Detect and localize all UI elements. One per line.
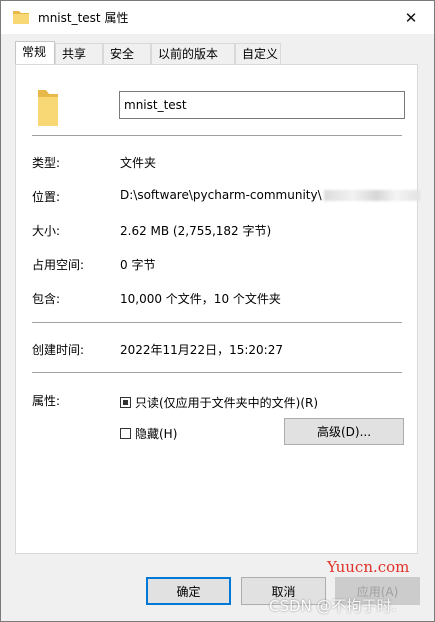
readonly-checkbox-row[interactable]: 只读(仅应用于文件夹中的文件)(R) [120,394,318,411]
tab-customize[interactable]: 自定义 [235,43,281,64]
separator [32,135,402,136]
location-row: D:\software\pycharm-community\ [120,188,420,202]
separator [32,322,402,323]
size-on-disk-value: 0 字节 [120,258,156,272]
properties-dialog: mnist_test 属性 ✕ 常规 共享 安全 以前的版本 自定义 类型: 文… [0,0,435,622]
created-label: 创建时间: [32,343,85,357]
general-tab-panel: 类型: 文件夹 位置: D:\software\pycharm-communit… [15,64,420,554]
type-label: 类型: [32,156,61,170]
hidden-checkbox-row[interactable]: 隐藏(H) [120,425,177,442]
contains-value: 10,000 个文件，10 个文件夹 [120,292,281,306]
readonly-label: 只读(仅应用于文件夹中的文件)(R) [135,396,319,410]
ok-button[interactable]: 确定 [146,577,231,605]
folder-large-icon [38,90,58,126]
tab-previous-versions[interactable]: 以前的版本 [151,43,235,64]
size-on-disk-label: 占用空间: [32,258,85,272]
tab-security[interactable]: 安全 [103,43,151,64]
redacted-text [323,190,420,201]
folder-name-input[interactable] [119,91,405,119]
csdn-watermark: CSDN @不拘于时. [269,597,397,615]
hidden-label: 隐藏(H) [135,427,178,441]
tab-sharing[interactable]: 共享 [55,43,103,64]
location-value: D:\software\pycharm-community\ [120,188,322,202]
hidden-checkbox[interactable] [120,428,131,439]
window-title: mnist_test 属性 [38,11,129,25]
separator [32,372,402,373]
site-watermark: Yuucn.com [327,558,410,576]
close-icon: ✕ [404,8,418,27]
size-value: 2.62 MB (2,755,182 字节) [120,224,272,238]
attributes-label: 属性: [32,394,61,408]
contains-label: 包含: [32,292,61,306]
readonly-checkbox[interactable] [120,397,131,408]
close-button[interactable]: ✕ [388,1,434,34]
title-bar[interactable]: mnist_test 属性 ✕ [1,1,434,34]
type-value: 文件夹 [120,156,157,170]
size-label: 大小: [32,224,61,238]
folder-icon [13,11,29,24]
tab-general[interactable]: 常规 [15,41,55,64]
location-label: 位置: [32,190,61,204]
advanced-button[interactable]: 高级(D)... [284,418,404,445]
created-value: 2022年11月22日，15:20:27 [120,343,283,357]
